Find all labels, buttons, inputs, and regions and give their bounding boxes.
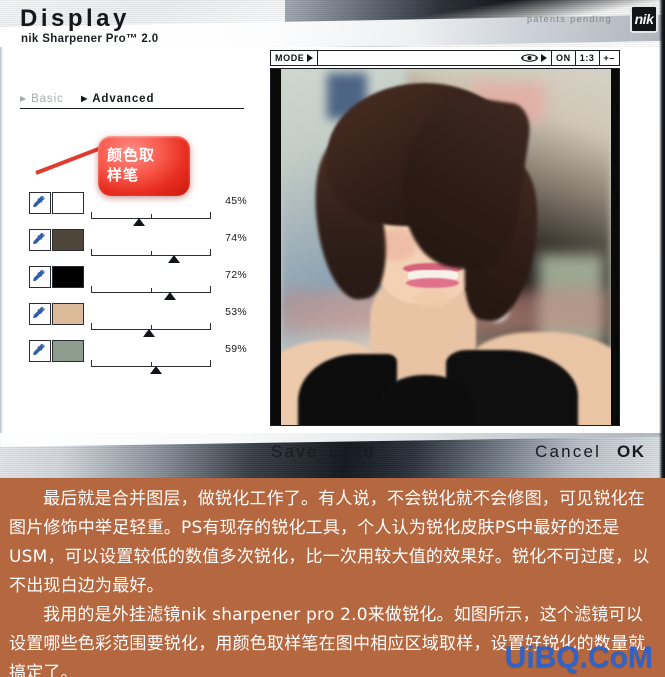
slider-value: 53% [225, 306, 247, 318]
annotation-line-1: 颜色取 [107, 146, 156, 165]
eye-icon [521, 54, 539, 62]
nik-logo: nik [630, 5, 658, 33]
site-watermark: UiBQ.CoM [504, 641, 653, 674]
tab-advanced-label: Advanced [92, 92, 155, 105]
color-swatch[interactable] [52, 340, 84, 362]
window-header: Display nik Sharpener Pro™ 2.0 patents p… [0, 0, 665, 47]
preview-image-frame [270, 68, 620, 426]
slider-thumb[interactable] [133, 218, 145, 226]
zoom-inout-label: +– [603, 53, 615, 63]
action-bar: Save Load Cancel OK [0, 433, 665, 478]
on-toggle-label: ON [556, 53, 571, 63]
slider-midtick [151, 288, 152, 292]
slider-track[interactable] [91, 212, 211, 219]
color-slider-row-2: 74% [29, 229, 247, 266]
chevron-right-icon [307, 54, 314, 62]
slider-track[interactable] [91, 249, 211, 256]
slider-thumb[interactable] [164, 292, 176, 300]
tabs-divider [20, 108, 244, 109]
tab-basic-label: Basic [31, 92, 64, 105]
color-slider-row-5: 59% [29, 340, 247, 377]
slider-thumb[interactable] [150, 366, 162, 374]
color-swatch[interactable] [52, 303, 84, 325]
slider-track[interactable] [91, 286, 211, 293]
slider-value: 72% [225, 269, 247, 281]
slider-midtick [151, 214, 152, 218]
annotation-line-2: 样笔 [107, 166, 140, 184]
screenshot-root: Display nik Sharpener Pro™ 2.0 patents p… [0, 0, 665, 677]
tab-basic[interactable]: ▶ Basic [20, 93, 64, 105]
tab-advanced[interactable]: ▶ Advanced [81, 93, 154, 105]
patents-pending-label: patents pending [526, 14, 612, 24]
subject-chin [413, 289, 453, 308]
chevron-right-icon: ▶ [20, 94, 28, 103]
zoom-ratio-label[interactable]: 1:3 [575, 51, 600, 65]
ok-button[interactable]: OK [617, 442, 646, 462]
color-swatch[interactable] [52, 266, 84, 288]
slider-value: 59% [225, 343, 247, 355]
color-swatch[interactable] [52, 192, 84, 214]
controls-panel: ▶ Basic ▶ Advanced 45% 74% 72% 53% 59% [0, 47, 262, 478]
nik-sharpener-pro-window: Display nik Sharpener Pro™ 2.0 patents p… [0, 0, 665, 478]
color-swatch[interactable] [52, 229, 84, 251]
slider-thumb[interactable] [143, 329, 155, 337]
subject-top-center [380, 375, 473, 425]
on-toggle-button[interactable]: ON [552, 51, 576, 65]
color-sliders-list: 45% 74% 72% 53% 59% [29, 192, 247, 377]
article-text-block: 最后就是合并图层，做锐化工作了。有人说，不会锐化就不会修图，可见锐化在图片修饰中… [0, 478, 665, 677]
color-slider-row-4: 53% [29, 303, 247, 340]
eyedropper-icon[interactable] [29, 340, 51, 362]
preview-toolbar: MODE ON 1:3 +– [270, 50, 620, 66]
color-slider-row-1: 45% [29, 192, 247, 229]
slider-midtick [151, 251, 152, 255]
preview-panel: MODE ON 1:3 +– [266, 47, 665, 433]
annotation-callout: 颜色取 样笔 [98, 136, 190, 196]
chevron-right-icon: ▶ [81, 94, 89, 103]
mode-tabs: ▶ Basic ▶ Advanced [20, 88, 243, 106]
product-subtitle: nik Sharpener Pro™ 2.0 [21, 33, 159, 45]
slider-value: 45% [225, 195, 247, 207]
preview-visibility-button[interactable] [517, 51, 553, 65]
window-right-edge [659, 0, 665, 478]
eyedropper-icon[interactable] [29, 229, 51, 251]
cancel-button[interactable]: Cancel [535, 442, 601, 462]
page-title: Display [20, 5, 130, 32]
zoom-ratio-value: 1:3 [579, 53, 595, 63]
load-button[interactable]: Load [329, 442, 376, 462]
slider-value: 74% [225, 232, 247, 244]
mode-button-label: MODE [275, 53, 305, 63]
zoom-inout-button[interactable]: +– [599, 51, 619, 65]
slider-thumb[interactable] [168, 255, 180, 263]
eyedropper-icon[interactable] [29, 266, 51, 288]
eyedropper-icon[interactable] [29, 192, 51, 214]
panel-left-edge [0, 47, 3, 433]
chevron-right-icon [541, 54, 548, 62]
preview-photo[interactable] [281, 69, 611, 425]
color-slider-row-3: 72% [29, 266, 247, 303]
article-paragraph-1: 最后就是合并图层，做锐化工作了。有人说，不会锐化就不会修图，可见锐化在图片修饰中… [9, 489, 650, 596]
save-button[interactable]: Save [271, 442, 319, 462]
eyedropper-icon[interactable] [29, 303, 51, 325]
mode-button[interactable]: MODE [271, 51, 319, 65]
